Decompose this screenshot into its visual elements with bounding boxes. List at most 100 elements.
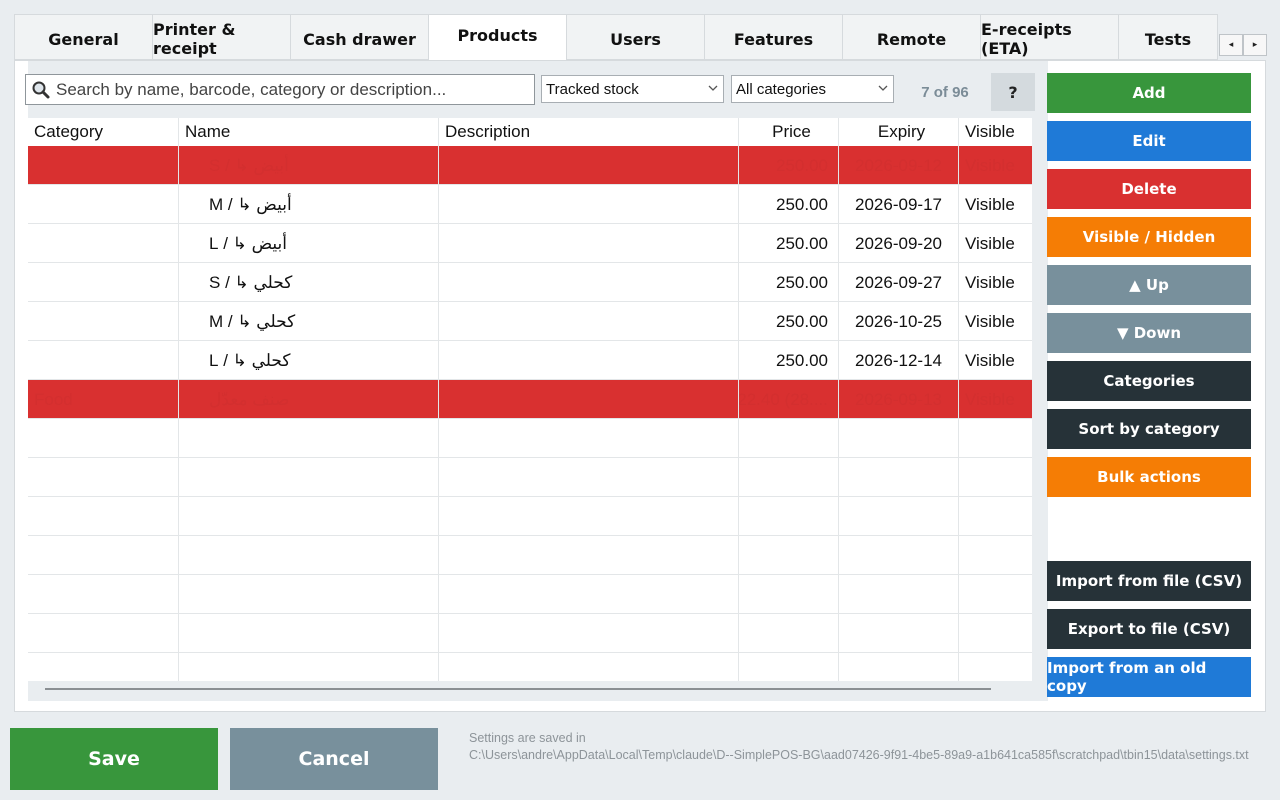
tab-features[interactable]: Features bbox=[704, 14, 842, 60]
stock-filter-select[interactable]: Tracked stock bbox=[541, 75, 724, 103]
cell-visible: Visible bbox=[965, 155, 1015, 175]
horizontal-scrollbar[interactable] bbox=[45, 688, 991, 690]
table-row[interactable]: كحلي ↳ / S 250.00 2026-09-27 Visible bbox=[28, 263, 1032, 302]
export-csv-button[interactable]: Export to file (CSV) bbox=[1047, 609, 1251, 649]
table-row[interactable]: أبيض ↳ / M 250.00 2026-09-17 Visible bbox=[28, 185, 1032, 224]
cell-category bbox=[28, 653, 179, 681]
cell-expiry bbox=[839, 536, 959, 575]
table-row[interactable]: Food صنف معدّل 22.40 (28.... 2026-09-13 Visi… bbox=[28, 380, 1032, 419]
cell-visible: Visible bbox=[965, 389, 1015, 409]
move-down-button[interactable]: ▼ Down bbox=[1047, 313, 1251, 353]
header-description[interactable]: Description bbox=[439, 118, 739, 146]
settings-tabs: General Printer & receipt Cash drawer Pr… bbox=[14, 14, 1218, 61]
cell-description bbox=[439, 341, 739, 380]
table-row[interactable]: أبيض ↳ / S 250.00 2026-09-12 Visible bbox=[28, 146, 1032, 185]
cell-expiry: 2026-09-27 bbox=[839, 263, 959, 302]
move-up-button[interactable]: ▲ Up bbox=[1047, 265, 1251, 305]
cell-description bbox=[439, 302, 739, 341]
cell-visible bbox=[959, 653, 1032, 681]
cell-price bbox=[739, 497, 839, 536]
settings-path: C:\Users\andre\AppData\Local\Temp\claude… bbox=[469, 748, 1249, 762]
tab-tests[interactable]: Tests bbox=[1118, 14, 1218, 60]
tab-remote[interactable]: Remote bbox=[842, 14, 980, 60]
cell-expiry: 2026-12-14 bbox=[839, 341, 959, 380]
tab-products[interactable]: Products bbox=[428, 14, 566, 61]
cell-description bbox=[439, 185, 739, 224]
categories-button[interactable]: Categories bbox=[1047, 361, 1251, 401]
cell-description bbox=[439, 575, 739, 614]
cell-expiry: 2026-09-13 bbox=[839, 380, 959, 419]
cell-category bbox=[28, 497, 179, 536]
tab-users[interactable]: Users bbox=[566, 14, 704, 60]
products-table: Category Name Description Price Expiry V… bbox=[28, 118, 1032, 681]
tab-scroll-left-button[interactable]: ◂ bbox=[1219, 34, 1243, 56]
cancel-button[interactable]: Cancel bbox=[230, 728, 438, 790]
empty-row bbox=[28, 419, 1032, 458]
category-filter-select[interactable]: All categories bbox=[731, 75, 894, 103]
search-box bbox=[25, 74, 535, 105]
tab-scroll-right-button[interactable]: ▸ bbox=[1243, 34, 1267, 56]
chevron-down-icon bbox=[708, 83, 718, 96]
cell-description bbox=[439, 146, 739, 185]
edit-button[interactable]: Edit bbox=[1047, 121, 1251, 161]
cell-category bbox=[28, 302, 179, 341]
result-count: 7 of 96 bbox=[921, 84, 969, 101]
table-row[interactable]: أبيض ↳ / L 250.00 2026-09-20 Visible bbox=[28, 224, 1032, 263]
bulk-actions-button[interactable]: Bulk actions bbox=[1047, 457, 1251, 497]
cell-expiry bbox=[839, 419, 959, 458]
cell-category bbox=[28, 341, 179, 380]
cell-expiry bbox=[839, 575, 959, 614]
cell-price bbox=[739, 614, 839, 653]
tab-e-receipts[interactable]: E-receipts (ETA) bbox=[980, 14, 1118, 60]
cell-price: 250.00 bbox=[739, 302, 839, 341]
cell-expiry bbox=[839, 458, 959, 497]
cell-name: صنف معدّل bbox=[179, 380, 439, 419]
cell-category bbox=[28, 614, 179, 653]
cell-visible: Visible bbox=[965, 233, 1015, 253]
cell-price bbox=[739, 575, 839, 614]
cell-name bbox=[179, 419, 439, 458]
add-button[interactable]: Add bbox=[1047, 73, 1251, 113]
header-name[interactable]: Name bbox=[179, 118, 439, 146]
search-icon bbox=[26, 80, 56, 100]
cell-price: 22.40 (28.... bbox=[739, 380, 839, 419]
table-row[interactable]: كحلي ↳ / L 250.00 2026-12-14 Visible bbox=[28, 341, 1032, 380]
cell-name: كحلي ↳ / L bbox=[179, 341, 439, 380]
cell-name bbox=[179, 497, 439, 536]
cell-visible bbox=[959, 419, 1032, 458]
save-button[interactable]: Save bbox=[10, 728, 218, 790]
cell-price: 250.00 bbox=[739, 341, 839, 380]
cell-expiry bbox=[839, 653, 959, 681]
header-visible[interactable]: Visible bbox=[959, 118, 1032, 146]
search-input[interactable] bbox=[56, 79, 526, 100]
table-header: Category Name Description Price Expiry V… bbox=[28, 118, 1032, 146]
tab-general[interactable]: General bbox=[14, 14, 152, 60]
delete-button[interactable]: Delete bbox=[1047, 169, 1251, 209]
cell-name bbox=[179, 536, 439, 575]
help-button[interactable]: ? bbox=[991, 73, 1035, 111]
cell-price bbox=[739, 653, 839, 681]
cell-visible bbox=[959, 458, 1032, 497]
header-price[interactable]: Price bbox=[739, 118, 839, 146]
cell-category bbox=[28, 536, 179, 575]
tab-cash-drawer[interactable]: Cash drawer bbox=[290, 14, 428, 60]
table-row[interactable]: كحلي ↳ / M 250.00 2026-10-25 Visible bbox=[28, 302, 1032, 341]
tab-printer-receipt[interactable]: Printer & receipt bbox=[152, 14, 290, 60]
visible-hidden-button[interactable]: Visible / Hidden bbox=[1047, 217, 1251, 257]
cell-name bbox=[179, 614, 439, 653]
empty-row bbox=[28, 458, 1032, 497]
cell-category bbox=[28, 575, 179, 614]
cell-description bbox=[439, 458, 739, 497]
import-old-copy-button[interactable]: Import from an old copy bbox=[1047, 657, 1251, 697]
header-expiry[interactable]: Expiry bbox=[839, 118, 959, 146]
cell-expiry bbox=[839, 497, 959, 536]
sort-by-category-button[interactable]: Sort by category bbox=[1047, 409, 1251, 449]
cell-name bbox=[179, 458, 439, 497]
header-category[interactable]: Category bbox=[28, 118, 179, 146]
import-csv-button[interactable]: Import from file (CSV) bbox=[1047, 561, 1251, 601]
cell-price: 250.00 bbox=[739, 146, 839, 185]
cell-category bbox=[28, 185, 179, 224]
cell-category bbox=[28, 263, 179, 302]
cell-name: أبيض ↳ / M bbox=[179, 185, 439, 224]
cell-visible: Visible bbox=[965, 194, 1015, 214]
